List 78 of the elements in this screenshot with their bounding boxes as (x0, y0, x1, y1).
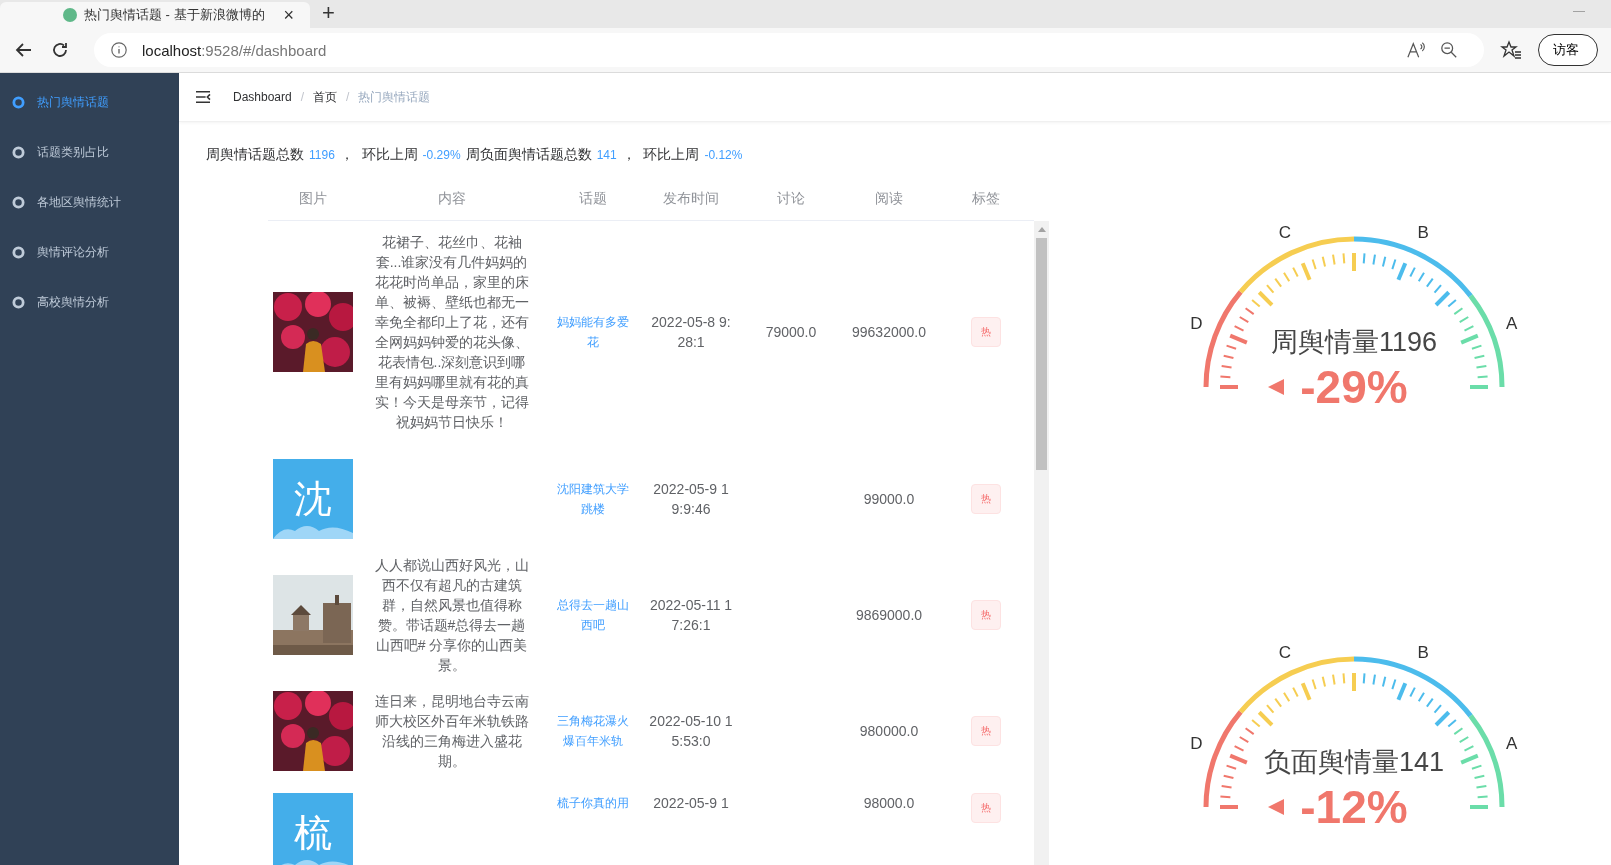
column-header: 讨论 (776, 190, 806, 208)
gauge-label: D (1189, 314, 1202, 334)
post-content: 人人都说山西好风光，山西不仅有超凡的古建筑群，自然风景也值得称赞。带话题#总得去一趟山西吧# 分享你的山西美景。 (373, 556, 530, 675)
close-tab-button[interactable]: × (277, 4, 300, 26)
gauge-label: A (1505, 734, 1517, 754)
profile-button[interactable]: 访客 (1538, 34, 1598, 66)
summary-label: ， 环比上周 (339, 146, 418, 164)
circle-icon (12, 195, 25, 209)
gauge-percent: -29% (1299, 361, 1408, 413)
hot-tag: 热 (971, 793, 1001, 823)
hot-tag: 热 (971, 317, 1001, 347)
url-text: localhost:9528/#/dashboard (142, 41, 327, 59)
breadcrumb-separator: / (300, 90, 305, 104)
read-count: 980000.0 (858, 722, 920, 741)
column-header: 图片 (298, 190, 328, 208)
summary-value: 1196 (309, 148, 335, 162)
gauge-label: D (1189, 734, 1202, 754)
column-header: 话题 (577, 190, 608, 208)
read-count: 9869000.0 (854, 606, 924, 625)
read-count: 99632000.0 (851, 323, 927, 342)
summary-label: ， 环比上周 (621, 146, 700, 164)
discussion-count: 79000.0 (764, 323, 818, 342)
scrollbar-thumb[interactable] (1036, 238, 1047, 470)
menu-icon[interactable] (195, 90, 211, 104)
read-aloud-icon[interactable] (1406, 41, 1426, 59)
post-content: 花裙子、花丝巾、花袖套...谁家没有几件妈妈的花花时尚单品，家里的床单、被褥、壁纸也都无一幸免全都印上了花，还有全网妈妈钟爱的花头像、花表情包..深刻意识到哪里有妈妈哪里就有花的真实！今天是母亲节，记得祝妈妈节日快乐！ (373, 233, 530, 432)
sidebar-item[interactable]: 舆情评论分析 (0, 227, 179, 277)
gauge-label: A (1505, 314, 1517, 334)
summary-label: 周负面舆情话题总数 (465, 146, 592, 164)
read-count: 99000.0 (862, 490, 916, 509)
circle-icon (12, 245, 25, 259)
breadcrumb-item[interactable]: Dashboard (233, 90, 292, 104)
summary-value: 141 (596, 148, 617, 162)
sidebar-item[interactable]: 高校舆情分析 (0, 277, 179, 327)
hot-tag: 热 (971, 484, 1001, 514)
circle-icon (12, 295, 25, 309)
tab-title: 热门舆情话题 - 基于新浪微博的 (84, 6, 266, 24)
sidebar-item[interactable]: 话题类别占比 (0, 127, 179, 177)
gauge-label: C (1278, 222, 1291, 242)
column-header: 内容 (436, 190, 467, 208)
read-count: 98000.0 (862, 794, 916, 813)
zoom-out-icon[interactable] (1440, 41, 1458, 59)
new-tab-button[interactable]: + (316, 0, 341, 26)
gauge-percent: -12% (1299, 781, 1408, 833)
breadcrumb-separator: / (346, 90, 350, 104)
column-header: 标签 (971, 190, 1001, 208)
breadcrumb-item: 热门舆情话题 (358, 88, 431, 106)
hot-tag: 热 (971, 600, 1001, 630)
publish-time: 2022-05-9 19:9:46 (652, 480, 730, 519)
column-header: 阅读 (874, 190, 904, 208)
summary-value: -0.29% (422, 148, 461, 162)
hot-tag: 热 (971, 716, 1001, 746)
publish-time: 2022-05-9 1 (652, 794, 730, 813)
publish-time: 2022-05-11 17:26:1 (649, 596, 733, 635)
summary-value: -0.12% (704, 148, 743, 162)
info-icon[interactable] (110, 41, 128, 59)
column-header: 发布时间 (662, 190, 720, 208)
publish-time: 2022-05-8 9:28:1 (650, 313, 732, 352)
circle-icon (12, 145, 25, 159)
circle-icon (12, 95, 25, 109)
letter-avatar: 梳 (273, 793, 353, 865)
post-content: 连日来，昆明地台寺云南师大校区外百年米轨铁路沿线的三角梅进入盛花期。 (373, 692, 530, 771)
address-field[interactable]: localhost:9528/#/dashboard (94, 33, 1484, 67)
browser-tab[interactable]: 热门舆情话题 - 基于新浪微博的 × (0, 2, 310, 28)
gauge-title: 周舆情量1196 (1270, 327, 1437, 357)
gauge-label: B (1416, 642, 1429, 662)
summary-label: 周舆情话题总数 (206, 146, 304, 164)
publish-time: 2022-05-10 15:53:0 (649, 712, 733, 751)
gauge-title: 负面舆情量141 (1263, 747, 1444, 777)
letter-avatar: 沈 (273, 459, 353, 539)
sidebar-item[interactable]: 各地区舆情统计 (0, 177, 179, 227)
favorites-icon[interactable] (1500, 40, 1522, 60)
scrollbar[interactable] (1034, 221, 1049, 865)
gauge-label: B (1416, 222, 1429, 242)
reload-icon[interactable] (50, 40, 70, 60)
sidebar-item[interactable]: 热门舆情话题 (0, 77, 179, 127)
breadcrumb-item[interactable]: 首页 (313, 88, 338, 106)
gauge-label: C (1278, 642, 1291, 662)
